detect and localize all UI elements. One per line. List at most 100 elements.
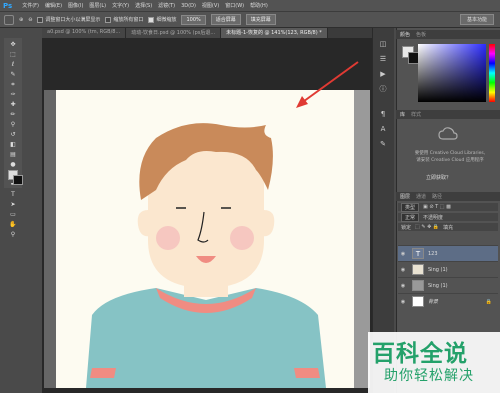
healing-brush-icon[interactable]: ✚: [9, 101, 17, 108]
gradient-tool-icon[interactable]: ▤: [9, 151, 17, 158]
menu-edit[interactable]: 编辑(E): [45, 2, 62, 9]
tab-swatches[interactable]: 色板: [416, 31, 426, 38]
tab-layers[interactable]: 图层: [400, 193, 410, 200]
layers-panel-header: 图层 通道 路径: [396, 192, 500, 201]
checkbox-checked-icon: [148, 16, 155, 23]
marquee-tool-icon[interactable]: ⬚: [9, 51, 17, 58]
zoom-in-icon[interactable]: ⊕: [19, 17, 23, 23]
quick-select-tool-icon[interactable]: ✎: [9, 71, 17, 78]
menu-3d[interactable]: 3D(D): [181, 3, 196, 9]
layer-row[interactable]: ◉ Sing (1): [398, 261, 498, 277]
checkbox-icon: [105, 16, 112, 23]
type-tool-icon[interactable]: T: [9, 191, 17, 198]
crop-tool-icon[interactable]: ⌗: [9, 81, 17, 88]
resize-windows-option[interactable]: 调整窗口大小以满屏显示: [37, 16, 100, 23]
opacity-label: 不透明度: [423, 214, 444, 221]
properties-panel-icon[interactable]: ☰: [378, 55, 388, 63]
actions-panel-icon[interactable]: ▶: [378, 70, 388, 78]
cc-message-line1: 要使用 Creative Cloud Libraries,: [414, 151, 486, 156]
layer-kind-filter[interactable]: 类型: [401, 202, 420, 212]
visibility-eye-icon[interactable]: ◉: [398, 299, 408, 305]
info-panel-icon[interactable]: ⓘ: [378, 85, 388, 93]
cc-message-line2: 请安装 Creative Cloud 应用程序: [416, 158, 484, 163]
tab-paths[interactable]: 路径: [432, 193, 442, 200]
creative-cloud-icon: [438, 126, 458, 142]
shape-tool-icon[interactable]: ▭: [9, 211, 17, 218]
menu-file[interactable]: 文件(F): [22, 2, 39, 9]
libraries-panel-header: 库 样式: [396, 110, 500, 119]
layer-row[interactable]: ◉ T 123: [398, 245, 498, 261]
paragraph-panel-icon[interactable]: ¶: [378, 110, 388, 118]
tab-libraries[interactable]: 库: [400, 111, 405, 118]
history-panel-icon[interactable]: ◫: [378, 40, 388, 48]
layer-row[interactable]: ◉ Sing (1): [398, 277, 498, 293]
move-tool-icon[interactable]: ✥: [9, 41, 17, 48]
menu-filter[interactable]: 滤镜(T): [158, 2, 175, 9]
path-select-icon[interactable]: ➤: [9, 201, 17, 208]
lock-row: 锁定 ⬚ ✎ ✥ 🔒 填充: [398, 223, 498, 231]
menu-type[interactable]: 文字(Y): [112, 2, 129, 9]
menu-view[interactable]: 视图(V): [202, 2, 219, 9]
scrubby-zoom-option[interactable]: 细微缩放: [148, 16, 176, 23]
layer-name: 123: [428, 250, 438, 257]
percent-button[interactable]: 100%: [181, 14, 206, 25]
visibility-eye-icon[interactable]: ◉: [398, 251, 408, 257]
workspace-button[interactable]: 基本功能: [459, 14, 494, 25]
lasso-tool-icon[interactable]: ℓ: [9, 61, 17, 68]
hue-slider[interactable]: [489, 44, 495, 102]
fill-screen-button[interactable]: 填充屏幕: [245, 14, 276, 25]
zoom-all-option[interactable]: 缩放所有窗口: [105, 16, 143, 23]
tab-channels[interactable]: 通道: [416, 193, 426, 200]
menu-window[interactable]: 窗口(W): [225, 2, 244, 9]
canvas[interactable]: [56, 90, 354, 388]
brush-tool-icon[interactable]: ✏: [9, 111, 17, 118]
zoom-tool-icon[interactable]: ⚲: [9, 231, 17, 238]
history-brush-icon[interactable]: ↺: [9, 131, 17, 138]
eraser-tool-icon[interactable]: ◧: [9, 141, 17, 148]
background-color-swatch[interactable]: [13, 175, 23, 185]
visibility-eye-icon[interactable]: ◉: [398, 283, 408, 289]
hand-tool-icon[interactable]: ✋: [9, 221, 17, 228]
clone-stamp-icon[interactable]: ⚲: [9, 121, 17, 128]
lock-label: 锁定: [401, 224, 412, 231]
menu-bar: Ps 文件(F) 编辑(E) 图像(I) 图层(L) 文字(Y) 选择(S) 滤…: [0, 0, 500, 11]
eyedropper-tool-icon[interactable]: ✑: [9, 91, 17, 98]
cc-libraries-message: 要使用 Creative Cloud Libraries, 请安装 Creati…: [404, 150, 496, 164]
learn-more-link[interactable]: 立即获取？: [426, 174, 451, 181]
menu-select[interactable]: 选择(S): [135, 2, 152, 9]
color-panel-header: 颜色 色板: [396, 30, 500, 39]
tab-color[interactable]: 颜色: [400, 31, 410, 38]
layer-thumbnail: [412, 280, 424, 291]
doc-tab-active[interactable]: 未标题-1-恢复的 @ 141%(123, RGB/8) *: [221, 28, 328, 38]
document-tabs: a0.psd @ 100% (tm, RGB/8... 动动-饮食日.psd @…: [42, 28, 372, 38]
doc-tab[interactable]: 动动-饮食日.psd @ 100% (ps后退...: [126, 28, 222, 38]
menu-image[interactable]: 图像(I): [68, 2, 83, 9]
lock-icon: 🔒: [485, 298, 492, 305]
brush-panel-icon[interactable]: ✎: [378, 140, 388, 148]
visibility-eye-icon[interactable]: ◉: [398, 267, 408, 273]
fill-label: 填充: [443, 224, 454, 231]
cartoon-boy-illustration: [86, 123, 326, 388]
fit-screen-button[interactable]: 适合屏幕: [210, 14, 241, 25]
tab-styles[interactable]: 样式: [411, 111, 421, 118]
character-panel-icon[interactable]: A: [378, 125, 388, 133]
zoom-out-icon[interactable]: ⊖: [28, 17, 32, 23]
vertical-ruler: [44, 90, 56, 388]
color-picker-field[interactable]: [418, 44, 486, 102]
blur-tool-icon[interactable]: ●: [9, 161, 17, 168]
doc-tab[interactable]: a0.psd @ 100% (tm, RGB/8...: [42, 28, 127, 38]
photoshop-logo: Ps: [3, 1, 13, 10]
menu-help[interactable]: 帮助(H): [250, 2, 268, 9]
layer-name: Sing (1): [428, 282, 448, 289]
menu-layer[interactable]: 图层(L): [89, 2, 106, 9]
layer-row[interactable]: ◉ 背景 🔒: [398, 293, 498, 309]
watermark-subtitle: 助你轻松解决: [384, 368, 474, 384]
layer-name: 背景: [428, 299, 439, 305]
blend-mode-select[interactable]: 正常: [401, 212, 420, 222]
lock-icons[interactable]: ⬚ ✎ ✥ 🔒: [415, 224, 439, 230]
filter-icons[interactable]: ▣ ⊘ T ⬚ ▩: [423, 204, 451, 210]
layer-name: Sing (1): [428, 266, 448, 273]
zoom-tool-icon[interactable]: [4, 14, 14, 25]
layer-filter-row: 类型 ▣ ⊘ T ⬚ ▩: [398, 202, 498, 212]
layer-thumbnail: [412, 296, 424, 307]
